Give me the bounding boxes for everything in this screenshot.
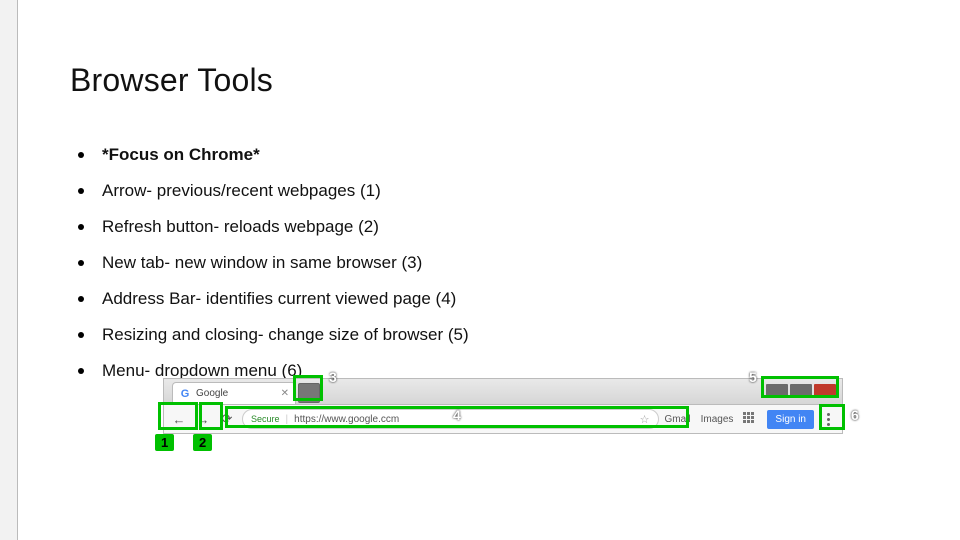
list-item: Address Bar- identifies current viewed p… — [78, 286, 469, 312]
highlight-windowcontrols — [761, 376, 839, 398]
annotation-5: 5 — [743, 368, 763, 386]
tab-strip: G Google ✕ — [163, 378, 843, 404]
left-sidebar — [0, 0, 18, 540]
browser-diagram: G Google ✕ ← → ⟳ Secure | https://www.go… — [163, 378, 843, 434]
bullet-text: *Focus on Chrome* — [102, 142, 260, 168]
bullet-icon — [78, 296, 84, 302]
tab-label: Google — [196, 388, 228, 399]
slide: Browser Tools *Focus on Chrome* Arrow- p… — [0, 0, 960, 540]
highlight-newtab — [293, 375, 323, 401]
annotation-3: 3 — [323, 368, 343, 386]
google-icon: G — [179, 388, 191, 400]
annotation-1: 1 — [155, 434, 174, 451]
highlight-arrows — [158, 402, 198, 430]
images-link[interactable]: Images — [701, 414, 734, 425]
annotation-2: 2 — [193, 434, 212, 451]
bullet-icon — [78, 152, 84, 158]
highlight-refresh — [199, 402, 223, 430]
highlight-menu — [819, 404, 845, 430]
list-item: New tab- new window in same browser (3) — [78, 250, 469, 276]
apps-grid-icon[interactable] — [743, 412, 757, 426]
bullet-text: Address Bar- identifies current viewed p… — [102, 286, 456, 312]
bullet-text: New tab- new window in same browser (3) — [102, 250, 422, 276]
bullet-icon — [78, 260, 84, 266]
bullet-icon — [78, 332, 84, 338]
close-icon[interactable]: ✕ — [281, 388, 289, 399]
page-title: Browser Tools — [70, 62, 273, 99]
bullet-list: *Focus on Chrome* Arrow- previous/recent… — [78, 142, 469, 394]
bullet-icon — [78, 224, 84, 230]
bullet-text: Arrow- previous/recent webpages (1) — [102, 178, 381, 204]
bullet-text: Resizing and closing- change size of bro… — [102, 322, 469, 348]
bullet-icon — [78, 188, 84, 194]
bullet-icon — [78, 368, 84, 374]
bullet-text: Refresh button- reloads webpage (2) — [102, 214, 379, 240]
list-item: Resizing and closing- change size of bro… — [78, 322, 469, 348]
list-item: *Focus on Chrome* — [78, 142, 469, 168]
annotation-4: 4 — [447, 406, 467, 424]
list-item: Arrow- previous/recent webpages (1) — [78, 178, 469, 204]
list-item: Refresh button- reloads webpage (2) — [78, 214, 469, 240]
annotation-6: 6 — [845, 406, 865, 424]
tab-google[interactable]: G Google ✕ — [172, 382, 296, 404]
signin-button[interactable]: Sign in — [767, 410, 814, 429]
